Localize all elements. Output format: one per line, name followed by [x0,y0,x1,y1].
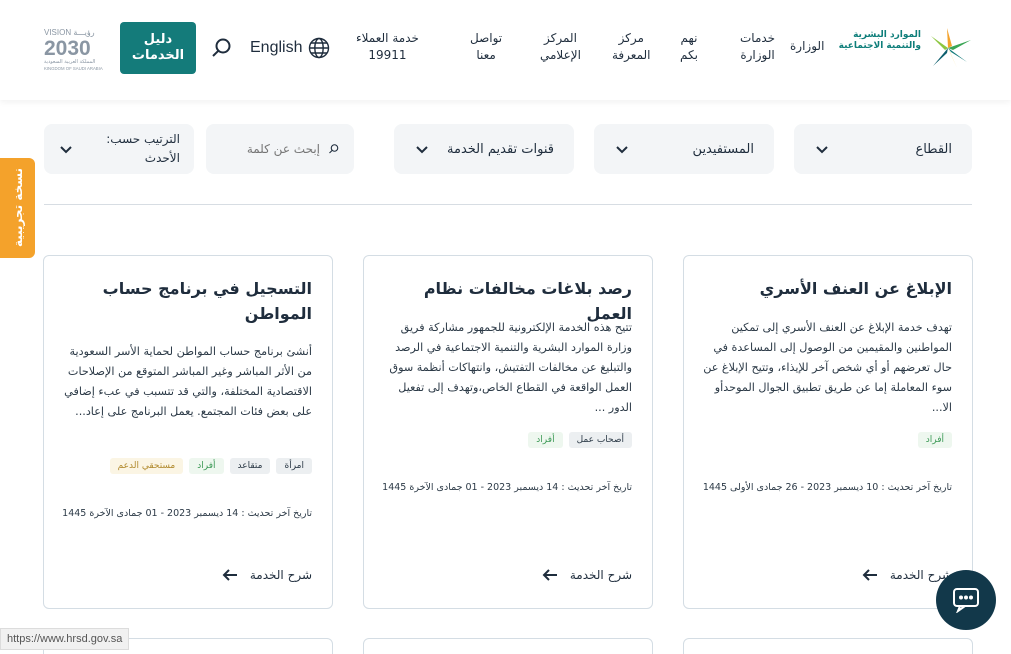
card-title[interactable]: التسجيل في برنامج حساب المواطن [62,276,312,326]
arrow-left-icon [542,569,557,581]
chat-icon [953,588,979,613]
nav-ministry[interactable]: الوزارة [790,38,824,55]
audience-tag: متقاعد [229,458,271,474]
keyword-search[interactable] [206,124,354,174]
services-guide-button[interactable]: دليل الخدمات [120,22,196,74]
service-details-link[interactable]: شرح الخدمة [222,568,312,582]
audience-tag: مستحقي الدعم [109,458,184,474]
chevron-down-icon [416,146,428,154]
language-label: English [250,39,303,56]
svg-text:المملكة العربية السعودية: المملكة العربية السعودية [44,59,95,65]
channels-filter-label: قنوات تقديم الخدمة [447,141,554,157]
audience-tag: أصحاب عمل [568,432,632,448]
site-header: الموارد البشرية والتنمية الاجتماعية الوز… [0,0,1011,100]
svg-text:2030: 2030 [44,37,91,60]
sort-filter-label: الترتيب حسب: الأحدث [106,132,180,165]
card-tags: أفراد [917,432,952,448]
chevron-down-icon [816,146,828,154]
nav-we-care[interactable]: نهم بكم [680,30,698,64]
search-icon [329,144,339,154]
last-updated-date: تاريخ آخر تحديث : 14 ديسمبر 2023 - 01 جم… [382,482,632,493]
logo-text: الموارد البشرية والتنمية الاجتماعية [838,30,921,51]
service-card[interactable]: رصد بلاغات مخالفات نظام العمل تتيح هذه ا… [363,255,653,609]
audience-tag: أفراد [917,432,952,448]
audience-tag: أفراد [189,458,224,474]
audience-tag: امرأة [276,458,312,474]
service-card[interactable]: الإبلاغ عن العنف الأسري تهدف خدمة الإبلا… [683,255,973,609]
ministry-logo[interactable]: الموارد البشرية والتنمية الاجتماعية [835,26,973,70]
beneficiaries-filter-label: المستفيدين [692,141,754,157]
sector-filter-label: القطاع [915,141,952,157]
service-details-link[interactable]: شرح الخدمة [542,568,632,582]
sector-filter[interactable]: القطاع [794,124,972,174]
card-description: تتيح هذه الخدمة الإلكترونية للجمهور مشار… [389,321,632,414]
globe-icon [309,37,330,59]
language-switcher[interactable]: English [250,36,330,60]
card-description: تهدف خدمة الإبلاغ عن العنف الأسري إلى تم… [703,321,952,414]
chat-button[interactable] [936,570,996,630]
vision-2030-logo: VISION رؤيـــة 2030 المملكة العربية السع… [44,28,103,71]
service-card[interactable] [363,638,653,654]
sort-filter[interactable]: الترتيب حسب: الأحدث [44,124,194,174]
beta-version-tab[interactable]: نسخة تجريبية [0,158,35,258]
channels-filter[interactable]: قنوات تقديم الخدمة [394,124,574,174]
service-card[interactable] [683,638,973,654]
card-tags: أصحاب عمل أفراد [528,432,632,448]
nav-contact-us[interactable]: تواصل معنا [470,30,502,64]
card-tags: امرأة متقاعد أفراد مستحقي الدعم [109,458,312,474]
arrow-left-icon [222,569,237,581]
service-details-link[interactable]: شرح الخدمة [862,568,952,582]
svg-text:KINGDOM OF SAUDI ARABIA: KINGDOM OF SAUDI ARABIA [44,66,103,71]
beneficiaries-filter[interactable]: المستفيدين [594,124,774,174]
nav-ministry-services[interactable]: خدمات الوزارة [740,30,775,64]
status-bar-url: https://www.hrsd.gov.sa [0,628,130,650]
search-icon[interactable] [210,36,234,60]
chevron-down-icon [60,146,72,154]
nav-knowledge-center[interactable]: مركز المعرفة [612,30,651,64]
svg-text:VISION رؤيـــة: VISION رؤيـــة [44,28,95,37]
service-card[interactable]: التسجيل في برنامج حساب المواطن أنشئ برنا… [43,255,333,609]
arrow-left-icon [862,569,877,581]
keyword-search-input[interactable] [220,142,320,156]
nav-customer-service[interactable]: خدمة العملاء 19911 [356,30,419,64]
last-updated-date: تاريخ آخر تحديث : 14 ديسمبر 2023 - 01 جم… [62,508,312,519]
last-updated-date: تاريخ آخر تحديث : 10 ديسمبر 2023 - 26 جم… [702,482,952,493]
chevron-down-icon [616,146,628,154]
card-description: أنشئ برنامج حساب المواطن لحماية الأسر ال… [64,345,312,418]
nav-media-center[interactable]: المركز الإعلامي [540,30,581,64]
card-title[interactable]: الإبلاغ عن العنف الأسري [702,276,952,301]
divider [44,204,972,205]
ministry-logo-icon [931,28,971,68]
audience-tag: أفراد [528,432,563,448]
